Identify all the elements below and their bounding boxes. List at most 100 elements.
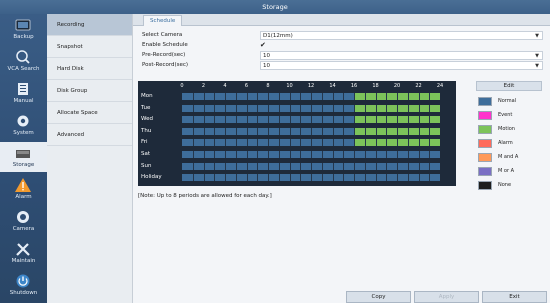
post-record-label: Post-Record(sec) [142, 62, 189, 68]
copy-button[interactable]: Copy [346, 291, 411, 303]
hour-tick [354, 162, 355, 170]
hour-tick [418, 127, 420, 135]
schedule-grid[interactable]: 0 2 4 6 8 10 12 14 16 18 20 22 24 Mon Tue Wed Thu Fri Sat… [138, 81, 456, 186]
hour-tick [397, 139, 398, 147]
nav-label: Maintain [11, 258, 36, 264]
hour-label: 4 [223, 83, 227, 89]
hour-tick [364, 162, 366, 170]
submenu-item-disk-group[interactable]: Disk Group [47, 80, 132, 102]
hour-tick [311, 174, 312, 182]
hour-tick [321, 151, 323, 158]
hour-tick [214, 104, 216, 112]
hour-tick [203, 116, 205, 124]
hour-tick [257, 104, 259, 112]
nav-item-vca-search[interactable]: VCA Search [0, 46, 47, 76]
schedule-track[interactable] [182, 127, 440, 135]
chevron-down-icon: ▼ [535, 63, 539, 69]
hour-label: 0 [180, 83, 184, 89]
schedule-track[interactable] [182, 151, 440, 158]
hour-tick [321, 139, 323, 147]
schedule-track[interactable] [182, 174, 440, 182]
hour-tick [321, 93, 323, 100]
hour-tick [364, 93, 366, 100]
legend-item-m-or-a[interactable]: M or A [476, 165, 544, 179]
hour-tick [300, 174, 302, 182]
hour-tick [397, 127, 398, 135]
hour-tick [311, 116, 312, 124]
legend-swatch [478, 153, 492, 162]
hour-tick [429, 139, 431, 147]
hour-tick [235, 139, 237, 147]
hour-label: 18 [372, 83, 379, 89]
hour-tick [332, 104, 334, 112]
legend-item-alarm[interactable]: Alarm [476, 137, 544, 151]
apply-button[interactable]: Apply [414, 291, 479, 303]
hour-tick [246, 151, 248, 158]
legend-item-m-and-a[interactable]: M and A [476, 151, 544, 165]
legend-item-normal[interactable]: Normal [476, 95, 544, 109]
hour-tick [278, 127, 280, 135]
hour-tick [418, 162, 420, 170]
submenu-item-hard-disk[interactable]: Hard Disk [47, 58, 132, 80]
select-camera-dropdown[interactable]: D1(12mm) ▼ [260, 31, 543, 40]
nav-item-camera[interactable]: Camera [0, 206, 47, 236]
legend-item-none[interactable]: None [476, 179, 544, 193]
hour-tick [311, 127, 312, 135]
hour-tick [225, 116, 226, 124]
storage-submenu: Recording Snapshot Hard Disk Disk Group … [47, 14, 133, 303]
hour-tick [321, 116, 323, 124]
exit-button[interactable]: Exit [482, 291, 547, 303]
post-record-dropdown[interactable]: 10 ▼ [260, 61, 543, 70]
post-record-value: 10 [263, 63, 270, 69]
hour-tick [429, 93, 431, 100]
hour-tick [407, 127, 409, 135]
hour-tick [225, 162, 226, 170]
tab-schedule[interactable]: Schedule [143, 15, 183, 26]
hour-tick [343, 93, 345, 100]
nav-item-system[interactable]: System [0, 110, 47, 140]
nav-item-manual[interactable]: Manual [0, 78, 47, 108]
nav-item-storage[interactable]: Storage [0, 142, 47, 172]
schedule-track[interactable] [182, 93, 440, 100]
hour-tick [321, 104, 323, 112]
submenu-item-allocate-space[interactable]: Allocate Space [47, 102, 132, 124]
submenu-item-advanced[interactable]: Advanced [47, 124, 132, 146]
hour-tick [343, 139, 345, 147]
hour-tick [192, 104, 194, 112]
edit-button[interactable]: Edit [476, 81, 542, 91]
nav-item-backup[interactable]: Backup [0, 14, 47, 44]
legend-label: Event [498, 112, 513, 118]
legend-item-event[interactable]: Event [476, 109, 544, 123]
schedule-row-sat: Sat [138, 149, 456, 160]
hour-tick [386, 162, 388, 170]
nav-item-shutdown[interactable]: Shutdown [0, 270, 47, 300]
legend-label: M and A [498, 154, 519, 160]
hour-tick [268, 174, 269, 182]
hour-label: 16 [350, 83, 358, 89]
enable-schedule-checkbox[interactable]: ✔ [260, 41, 268, 49]
nav-item-alarm[interactable]: Alarm [0, 174, 47, 204]
submenu-item-recording[interactable]: Recording [47, 14, 132, 36]
schedule-track[interactable] [182, 139, 440, 147]
schedule-legend: Edit Normal Event Motion Alarm M and A M or A… [476, 81, 544, 193]
nav-item-maintain[interactable]: Maintain [0, 238, 47, 268]
hour-tick [246, 116, 248, 124]
hour-tick [418, 104, 420, 112]
chevron-down-icon: ▼ [535, 53, 539, 59]
post-record-row: Post-Record(sec) 10 ▼ [139, 60, 544, 70]
pre-record-dropdown[interactable]: 10 ▼ [260, 51, 543, 60]
schedule-track[interactable] [182, 162, 440, 170]
schedule-track[interactable] [182, 116, 440, 124]
hour-tick [418, 93, 420, 100]
schedule-track[interactable] [182, 104, 440, 112]
submenu-item-snapshot[interactable]: Snapshot [47, 36, 132, 58]
hour-tick [407, 104, 409, 112]
hour-tick [397, 174, 398, 182]
hour-tick [203, 93, 205, 100]
hour-label: 6 [244, 83, 249, 89]
hour-tick [364, 151, 366, 158]
hour-tick [375, 104, 377, 112]
legend-item-motion[interactable]: Motion [476, 123, 544, 137]
hour-tick [268, 139, 269, 147]
hour-tick [311, 139, 312, 147]
